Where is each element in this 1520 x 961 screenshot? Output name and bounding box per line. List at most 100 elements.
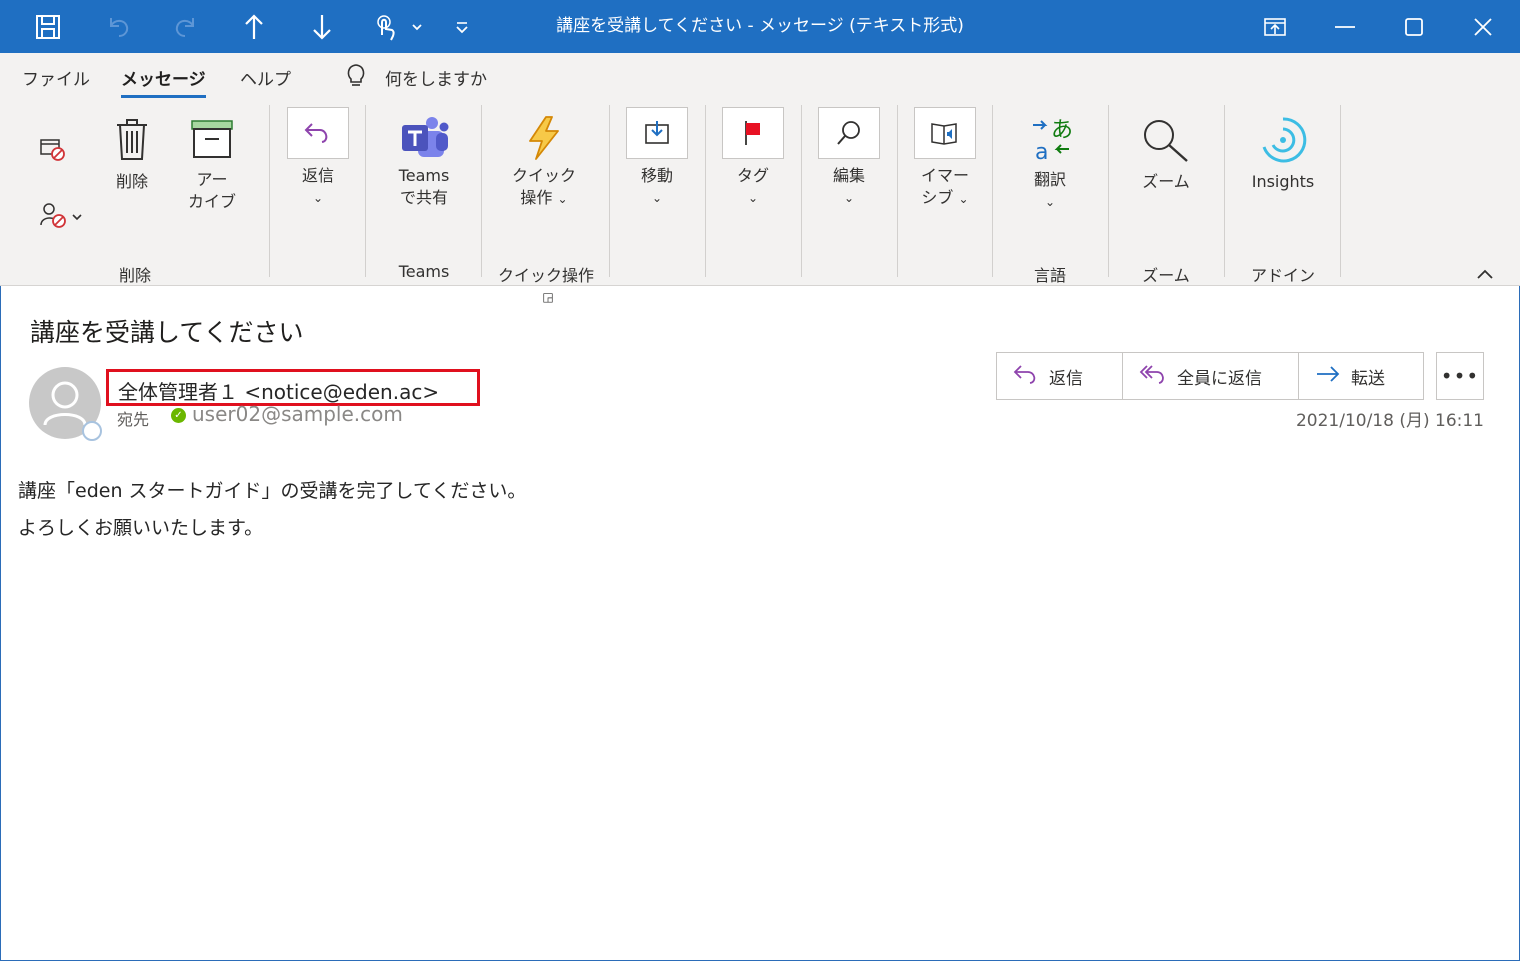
ribbon-display-options-icon[interactable] (1240, 0, 1310, 53)
recipient-address[interactable]: user02@sample.com (192, 402, 403, 426)
trash-icon (103, 117, 161, 161)
window-title: 講座を受講してください - メッセージ (テキスト形式) (556, 16, 964, 36)
to-label: 宛先 (117, 410, 150, 429)
translate-button[interactable]: あa 翻訳 ⌄ (1018, 115, 1082, 209)
ribbon: 削除 アー カイブ 削除 返信 ⌄ Teams で共有 Teams クイック 操… (0, 99, 1520, 304)
quick-steps-button[interactable]: クイック 操作 ⌄ (505, 115, 583, 210)
tab-message[interactable]: メッセージ (121, 65, 206, 98)
archive-icon (182, 119, 242, 159)
chevron-down-icon: ⌄ (1044, 195, 1056, 209)
tab-file[interactable]: ファイル (22, 65, 90, 90)
immersive-reader-icon (914, 107, 976, 159)
close-icon[interactable] (1448, 0, 1518, 53)
immersive-label-2: シブ ⌄ (921, 188, 969, 207)
move-icon (626, 107, 688, 159)
archive-label-2: カイブ (187, 192, 236, 211)
insights-button[interactable]: Insights (1242, 115, 1324, 193)
redo-icon[interactable] (158, 0, 214, 53)
tab-help[interactable]: ヘルプ (240, 65, 291, 90)
previous-item-icon[interactable] (226, 0, 282, 53)
zoom-button[interactable]: ズーム (1134, 117, 1198, 193)
insights-label: Insights (1251, 172, 1315, 191)
search-icon (818, 107, 880, 159)
delete-label: 削除 (115, 172, 148, 191)
teams-label-2: で共有 (399, 188, 448, 207)
maximize-icon[interactable] (1379, 0, 1449, 53)
group-label-addin: アドイン (1250, 266, 1315, 285)
junk-button[interactable] (38, 201, 86, 235)
reply-button[interactable]: 返信 (997, 353, 1123, 399)
reply-ribbon-button[interactable]: 返信 ⌄ (286, 107, 350, 205)
ribbon-separator (481, 105, 482, 277)
zoom-icon (1134, 117, 1198, 163)
quick-label-1: クイック (511, 166, 576, 185)
more-actions-button[interactable]: ••• (1436, 352, 1484, 400)
group-label-delete: 削除 (118, 266, 151, 285)
svg-text:あ: あ (1051, 118, 1073, 143)
forward-button[interactable]: 転送 (1299, 353, 1423, 399)
group-label-teams: Teams (398, 262, 450, 281)
immersive-label-1: イマー (920, 166, 969, 185)
svg-text:a: a (1035, 140, 1048, 163)
collapse-ribbon-icon[interactable] (1476, 265, 1494, 284)
move-label: 移動 (640, 166, 673, 185)
archive-label-1: アー (196, 170, 228, 189)
ignore-icon (40, 139, 65, 161)
ribbon-separator (1224, 105, 1225, 277)
ribbon-separator (609, 105, 610, 277)
ribbon-separator (705, 105, 706, 277)
lightbulb-icon (345, 61, 367, 94)
chevron-down-icon: ⌄ (651, 191, 663, 205)
chevron-down-icon: ⌄ (557, 192, 568, 206)
ribbon-separator (992, 105, 993, 277)
editing-label: 編集 (832, 166, 865, 185)
reply-all-label: 全員に返信 (1177, 368, 1262, 389)
reply-label: 返信 (1049, 368, 1083, 389)
message-actions: 返信 全員に返信 転送 (996, 352, 1424, 400)
save-icon[interactable] (20, 0, 76, 53)
ribbon-separator (1340, 105, 1341, 277)
title-bar: 講座を受講してください - メッセージ (テキスト形式) (0, 0, 1520, 53)
flag-icon (722, 107, 784, 159)
tell-me-label: 何をしますか (385, 70, 487, 90)
presence-status-icon (82, 421, 102, 441)
reply-all-icon (1139, 363, 1167, 390)
next-item-icon[interactable] (294, 0, 350, 53)
sender-name[interactable]: 全体管理者１ <notice@eden.ac> (106, 369, 480, 406)
lightning-icon (505, 115, 583, 161)
insights-icon (1242, 115, 1324, 165)
immersive-reader-button[interactable]: イマー シブ ⌄ (913, 107, 977, 210)
forward-label: 転送 (1351, 368, 1385, 389)
message-datetime: 2021/10/18 (月) 16:11 (1295, 411, 1484, 431)
message-subject: 講座を受講してください (30, 318, 304, 347)
undo-icon[interactable] (90, 0, 146, 53)
archive-button[interactable]: アー カイブ (182, 119, 242, 213)
forward-icon (1315, 364, 1341, 389)
dialog-launcher-icon[interactable]: ◲ (542, 290, 553, 304)
reply-icon (287, 107, 349, 159)
body-line: 講座「eden スタートガイド」の受講を完了してください。 (18, 480, 527, 502)
move-button[interactable]: 移動 ⌄ (625, 107, 689, 205)
body-line: よろしくお願いいたします。 (18, 517, 264, 539)
presence-available-icon: ✓ (171, 408, 186, 423)
chevron-down-icon: ⌄ (312, 191, 324, 205)
reply-all-button[interactable]: 全員に返信 (1123, 353, 1299, 399)
share-to-teams-button[interactable]: Teams で共有 (386, 115, 462, 209)
reply-icon (1013, 363, 1039, 390)
ribbon-separator (269, 105, 270, 277)
teams-label-1: Teams (398, 166, 450, 185)
touch-mode-icon[interactable] (370, 0, 426, 53)
group-label-quick-steps: クイック操作 ◲ (497, 266, 594, 304)
tags-button[interactable]: タグ ⌄ (721, 107, 785, 205)
editing-button[interactable]: 編集 ⌄ (817, 107, 881, 205)
chevron-down-icon: ⌄ (843, 191, 855, 205)
delete-button[interactable]: 削除 (103, 117, 161, 193)
ribbon-separator (365, 105, 366, 277)
tell-me-search[interactable]: 何をしますか (345, 61, 487, 94)
tags-label: タグ (736, 166, 769, 185)
chevron-down-icon: ⌄ (958, 192, 969, 206)
chevron-down-icon: ⌄ (747, 191, 759, 205)
minimize-icon[interactable] (1310, 0, 1380, 53)
ignore-button[interactable] (38, 137, 68, 169)
ribbon-separator (897, 105, 898, 277)
